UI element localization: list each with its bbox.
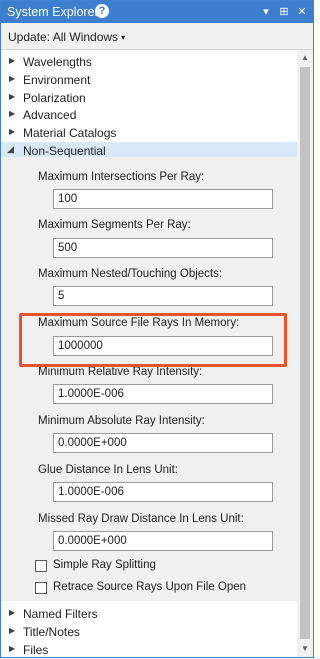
- expand-arrow-icon[interactable]: ▶: [9, 56, 15, 65]
- expand-arrow-icon[interactable]: ▶: [9, 74, 15, 83]
- vertical-scrollbar[interactable]: ▲ ▼: [297, 50, 313, 657]
- expand-arrow-icon[interactable]: ▶: [9, 608, 15, 617]
- close-icon[interactable]: ✕: [293, 3, 311, 21]
- min-relative-intensity-input[interactable]: 1.0000E-006: [53, 384, 273, 404]
- chevron-down-icon: ▾: [121, 33, 126, 42]
- field-label: Maximum Intersections Per Ray:: [38, 171, 205, 183]
- scroll-thumb[interactable]: [300, 67, 310, 639]
- tree-item-named-filters[interactable]: ▶ Named Filters: [1, 605, 297, 623]
- help-icon[interactable]: ?: [95, 4, 109, 18]
- max-segments-input[interactable]: 500: [53, 238, 273, 258]
- tree-item-label: Material Catalogs: [23, 126, 117, 140]
- retrace-source-rays-checkbox[interactable]: [35, 582, 47, 594]
- field-label: Minimum Absolute Ray Intensity:: [38, 415, 205, 427]
- tree-item-wavelengths[interactable]: ▶ Wavelengths: [1, 53, 297, 71]
- tree-item-polarization[interactable]: ▶ Polarization: [1, 89, 297, 107]
- tree-item-label: Non-Sequential: [23, 144, 106, 158]
- missed-ray-distance-input[interactable]: 0.0000E+000: [53, 531, 273, 551]
- expand-arrow-icon[interactable]: ▶: [9, 644, 15, 653]
- checkbox-label: Retrace Source Rays Upon File Open: [53, 581, 247, 593]
- field-label: Glue Distance In Lens Unit:: [38, 464, 178, 476]
- tree-item-title-notes[interactable]: ▶ Title/Notes: [1, 623, 297, 641]
- max-nested-objects-input[interactable]: 5: [53, 286, 273, 306]
- tree-item-label: Named Filters: [23, 607, 98, 621]
- tree-item-label: Polarization: [23, 91, 86, 105]
- expand-arrow-icon[interactable]: ▶: [9, 626, 15, 635]
- update-dropdown[interactable]: Update: All Windows ▾: [8, 30, 125, 44]
- expand-arrow-icon[interactable]: ▶: [9, 127, 15, 136]
- tree-item-material-catalogs[interactable]: ▶ Material Catalogs: [1, 124, 297, 142]
- scroll-down-icon[interactable]: ▼: [297, 641, 313, 657]
- tree-item-label: Environment: [23, 73, 91, 87]
- update-bar: Update: All Windows ▾: [1, 23, 313, 50]
- field-label: Maximum Segments Per Ray:: [38, 219, 191, 231]
- tree-item-advanced[interactable]: ▶ Advanced: [1, 106, 297, 124]
- annotation-highlight-box: [19, 313, 287, 367]
- field-label: Maximum Nested/Touching Objects:: [38, 268, 223, 280]
- expand-arrow-icon[interactable]: ▶: [9, 109, 15, 118]
- window-title: System Explorer: [7, 5, 99, 19]
- tree-item-label: Advanced: [23, 108, 77, 122]
- checkbox-label: Simple Ray Splitting: [53, 559, 156, 571]
- collapse-arrow-icon[interactable]: ◢: [7, 144, 14, 155]
- title-bar: System Explorer ? ▾ ⊞ ✕: [1, 1, 313, 23]
- field-label: Minimum Relative Ray Intensity:: [38, 366, 203, 378]
- simple-ray-splitting-checkbox[interactable]: [35, 560, 47, 572]
- pin-icon[interactable]: ⊞: [275, 3, 293, 21]
- tree-item-label: Files: [23, 643, 49, 657]
- expand-arrow-icon[interactable]: ▶: [9, 92, 15, 101]
- non-sequential-panel: Maximum Intersections Per Ray: 100 Maxim…: [1, 157, 297, 601]
- update-label: Update: All Windows: [8, 30, 119, 44]
- tree-item-label: Wavelengths: [23, 55, 92, 69]
- window-menu-icon[interactable]: ▾: [257, 3, 275, 21]
- min-absolute-intensity-input[interactable]: 0.0000E+000: [53, 433, 273, 453]
- explorer-tree: ▶ Wavelengths ▶ Environment ▶ Polarizati…: [1, 50, 297, 657]
- tree-item-environment[interactable]: ▶ Environment: [1, 71, 297, 89]
- scroll-up-icon[interactable]: ▲: [297, 50, 313, 66]
- glue-distance-input[interactable]: 1.0000E-006: [53, 482, 273, 502]
- tree-item-label: Title/Notes: [23, 625, 80, 639]
- system-explorer-window: System Explorer ? ▾ ⊞ ✕ Update: All Wind…: [0, 0, 314, 658]
- tree-item-files[interactable]: ▶ Files: [1, 641, 297, 659]
- max-intersections-input[interactable]: 100: [53, 189, 273, 209]
- field-label: Missed Ray Draw Distance In Lens Unit:: [38, 513, 244, 525]
